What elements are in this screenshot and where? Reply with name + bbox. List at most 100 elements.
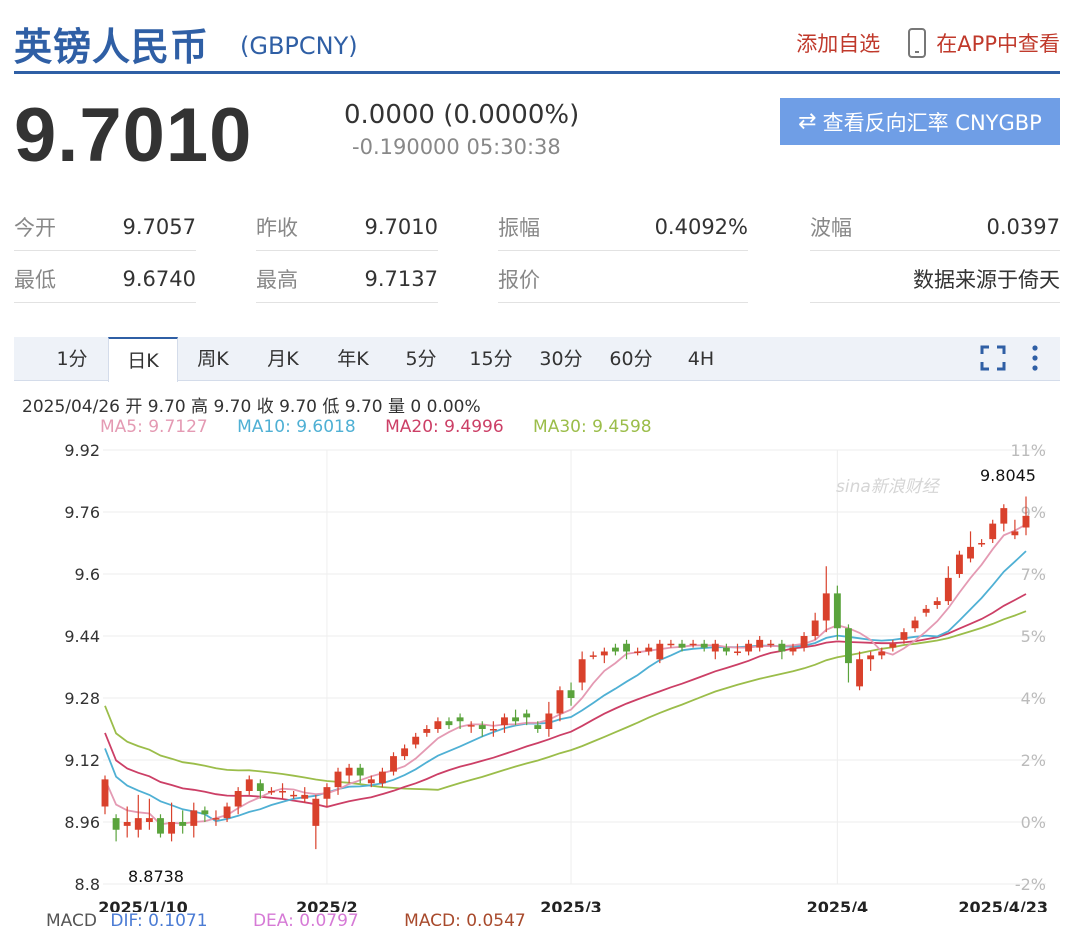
add-watchlist-button[interactable]: 添加自选: [796, 28, 880, 58]
current-price: 9.7010: [14, 93, 253, 178]
tab-day-k[interactable]: 日K: [108, 337, 178, 382]
macd-dea: DEA: 0.0797: [252, 911, 359, 931]
reverse-rate-button[interactable]: ⇄ 查看反向汇率 CNYGBP: [780, 98, 1060, 145]
candle-body: [423, 729, 431, 733]
candle-body: [645, 647, 653, 652]
candle-body: [356, 767, 364, 776]
candle-body: [734, 651, 741, 653]
stat-low: 最低 9.6740: [14, 255, 196, 303]
candle-body: [955, 554, 963, 574]
price-change: 0.0000 (0.0000%): [344, 100, 580, 130]
candle-body: [545, 713, 553, 729]
candle-body: [456, 717, 464, 722]
tab-60min[interactable]: 60分: [600, 337, 662, 381]
candle-body: [611, 647, 619, 652]
macd-title: MACD: [46, 911, 97, 931]
swap-icon: ⇄: [798, 109, 817, 134]
candle-body: [334, 771, 342, 788]
candle-body: [367, 779, 375, 784]
price-sub-change: -0.190000 05:30:38: [352, 135, 561, 159]
tab-year-k[interactable]: 年K: [322, 337, 384, 381]
candle-body: [623, 643, 630, 652]
candle-body: [145, 818, 153, 822]
candle-body: [478, 725, 486, 729]
candle-body: [157, 818, 164, 834]
candle-body: [978, 543, 986, 545]
ma5-line: [104, 523, 1027, 826]
tab-15min[interactable]: 15分: [460, 337, 522, 381]
stats-row-2: 最低 9.6740 最高 9.7137 报价 数据来源于倚天: [14, 255, 1060, 305]
stat-wave: 波幅 0.0397: [810, 203, 1060, 251]
x-tick-label: 2025/4/23: [958, 898, 1048, 912]
candle-body: [667, 643, 675, 646]
candle-body: [678, 643, 686, 648]
candle-body: [467, 725, 475, 727]
candle-body: [290, 794, 298, 797]
candle-body: [845, 628, 852, 664]
candle-body: [822, 593, 830, 621]
view-in-app-button[interactable]: 在APP中查看: [936, 28, 1060, 58]
candle-body: [700, 643, 708, 648]
candle-body: [856, 659, 863, 687]
candle-body: [589, 655, 597, 657]
kline-chart[interactable]: 9.92 11%9.76 9%9.6 7%9.44 5%9.28 4%9.12 2%8.96…: [0, 430, 1080, 912]
candle-body: [489, 729, 497, 731]
candle-body: [323, 787, 331, 799]
candle-body: [1011, 531, 1019, 536]
more-icon[interactable]: [1030, 343, 1040, 373]
candle-body: [711, 643, 719, 652]
macd-value: MACD: 0.0547: [404, 911, 526, 931]
macd-legend: MACD DIF: 0.1071 DEA: 0.0797 MACD: 0.054…: [46, 911, 566, 931]
stat-amplitude: 振幅 0.4092%: [498, 203, 748, 251]
fullscreen-icon[interactable]: [980, 345, 1006, 371]
y-right-tick-label: -2%: [1015, 875, 1046, 894]
candle-body: [201, 810, 209, 815]
candle-body: [501, 717, 508, 726]
candle-body: [756, 639, 764, 648]
tab-4h[interactable]: 4H: [674, 337, 728, 381]
title-row: 英镑人民币 (GBPCNY) 添加自选 在APP中查看: [14, 14, 1060, 74]
x-tick-label: 2025/1/10: [98, 898, 188, 912]
candle-body: [212, 818, 220, 820]
candle-body: [1022, 515, 1030, 528]
candle-body: [112, 818, 120, 830]
candle-body: [390, 756, 397, 772]
y-right-tick-label: 5%: [1021, 627, 1046, 646]
candle-body: [301, 794, 309, 799]
candle-body: [401, 748, 409, 757]
stat-source: 数据来源于倚天: [810, 255, 1060, 303]
candle-body: [989, 523, 997, 540]
candle-body: [168, 822, 176, 834]
candle-body: [789, 647, 797, 652]
tab-week-k[interactable]: 周K: [182, 337, 244, 381]
y-tick-label: 9.44: [64, 627, 100, 646]
y-right-tick-label: 2%: [1021, 751, 1046, 770]
stat-prev-close: 昨收 9.7010: [256, 203, 438, 251]
candle-body: [556, 690, 564, 714]
y-tick-label: 9.76: [64, 503, 100, 522]
tab-month-k[interactable]: 月K: [252, 337, 314, 381]
x-tick-label: 2025/2: [296, 898, 358, 912]
candle-body: [179, 822, 187, 826]
candle-body: [900, 632, 908, 640]
candle-body: [312, 798, 320, 826]
page-title: 英镑人民币: [14, 25, 210, 69]
candle-body: [190, 810, 198, 826]
y-tick-label: 8.96: [64, 813, 100, 832]
min-label: 8.8738: [128, 867, 184, 886]
candle-body: [967, 546, 974, 559]
stat-high: 最高 9.7137: [256, 255, 438, 303]
candle-body: [634, 651, 642, 653]
y-tick-label: 9.6: [75, 565, 100, 584]
candle-body: [1000, 508, 1008, 524]
candle-body: [523, 713, 531, 718]
candle-body: [767, 643, 775, 646]
tab-30min[interactable]: 30分: [530, 337, 592, 381]
candle-body: [245, 779, 253, 791]
stat-quote: 报价: [498, 255, 748, 303]
y-tick-label: 9.12: [64, 751, 100, 770]
candle-body: [689, 643, 697, 646]
tab-1min[interactable]: 1分: [42, 337, 102, 381]
tab-5min[interactable]: 5分: [394, 337, 448, 381]
candle-body: [922, 608, 930, 613]
